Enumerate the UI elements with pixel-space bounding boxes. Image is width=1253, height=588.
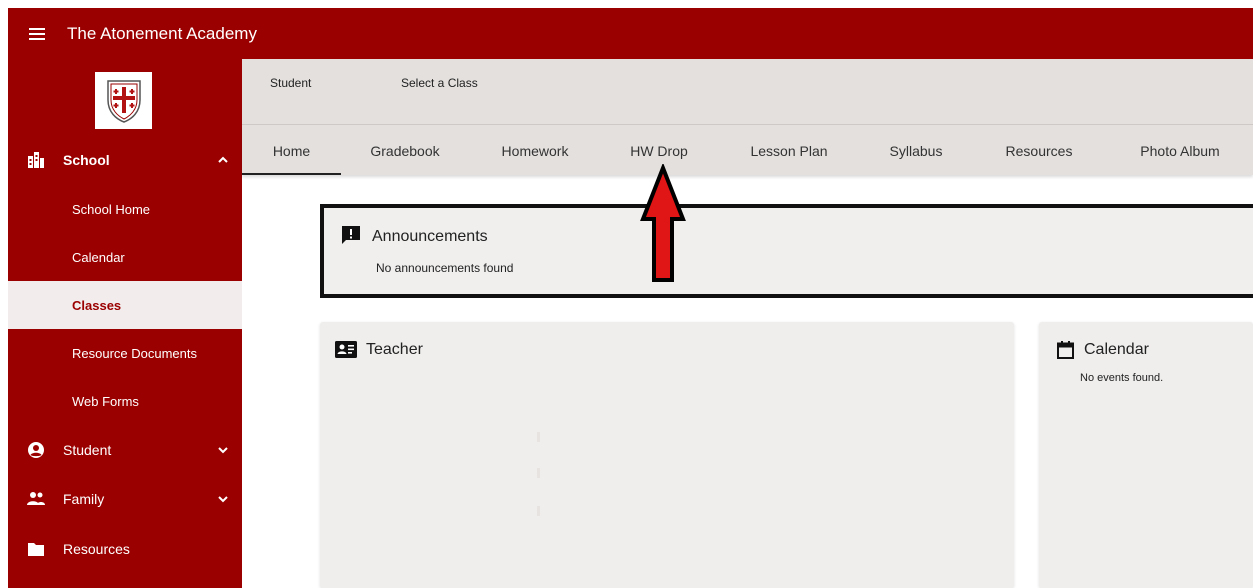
- tab-lesson-plan[interactable]: Lesson Plan: [725, 125, 853, 175]
- sidebar-item-resources[interactable]: Resources: [8, 525, 242, 573]
- student-selector[interactable]: Student: [270, 76, 311, 90]
- account-circle-icon: [26, 440, 46, 460]
- sidebar-item-label: Student: [63, 442, 112, 458]
- teacher-card: Teacher: [320, 322, 1014, 588]
- sidebar-item-classes[interactable]: Classes: [8, 281, 242, 329]
- calendar-icon: [1057, 341, 1074, 364]
- sidebar-item-student[interactable]: Student: [8, 426, 242, 474]
- placeholder-mark: [537, 432, 540, 442]
- sidebar: School School Home Calendar Classes Reso…: [8, 59, 242, 588]
- people-icon: [26, 489, 46, 509]
- building-icon: [26, 150, 46, 170]
- hamburger-icon[interactable]: [29, 27, 45, 40]
- crest-shield-icon: [106, 79, 141, 123]
- placeholder-mark: [537, 468, 540, 478]
- school-crest-logo[interactable]: [95, 72, 152, 129]
- sidebar-item-web-forms[interactable]: Web Forms: [8, 377, 242, 425]
- class-tabs: Home Gradebook Homework HW Drop Lesson P…: [242, 125, 1253, 175]
- placeholder-mark: [537, 506, 540, 516]
- sidebar-item-resource-documents[interactable]: Resource Documents: [8, 329, 242, 377]
- sidebar-item-label: Web Forms: [72, 393, 139, 409]
- calendar-empty-text: No events found.: [1080, 372, 1164, 384]
- sidebar-item-calendar[interactable]: Calendar: [8, 233, 242, 281]
- calendar-title: Calendar: [1084, 341, 1149, 358]
- announcements-card: Announcements No announcements found: [320, 204, 1253, 298]
- id-card-icon: [335, 341, 357, 363]
- sidebar-item-school[interactable]: School: [8, 136, 242, 184]
- sidebar-item-label: Classes: [72, 297, 122, 313]
- announcements-empty-text: No announcements found: [376, 261, 514, 275]
- sidebar-item-label: Calendar: [72, 249, 125, 265]
- sidebar-item-family[interactable]: Family: [8, 475, 242, 523]
- calendar-card: Calendar No events found.: [1039, 322, 1253, 588]
- tab-resources[interactable]: Resources: [978, 125, 1100, 175]
- chevron-down-icon[interactable]: [216, 492, 230, 506]
- app-header: The Atonement Academy: [8, 8, 1253, 59]
- class-selector-bar: Student Select a Class: [242, 59, 1253, 125]
- tab-photo-album[interactable]: Photo Album: [1118, 125, 1242, 175]
- alert-message-icon: [341, 225, 361, 250]
- folder-icon: [26, 539, 46, 559]
- sidebar-item-label: School Home: [72, 201, 151, 217]
- tab-syllabus[interactable]: Syllabus: [857, 125, 975, 175]
- arrow-up-icon: [640, 164, 686, 282]
- app-title: The Atonement Academy: [67, 23, 257, 43]
- sidebar-item-label: Resource Documents: [72, 345, 197, 361]
- tab-home[interactable]: Home: [242, 125, 341, 175]
- tab-gradebook[interactable]: Gradebook: [348, 125, 462, 175]
- chevron-up-icon[interactable]: [216, 153, 230, 167]
- sidebar-item-label: School: [63, 152, 110, 168]
- teacher-title: Teacher: [366, 341, 423, 358]
- tab-homework[interactable]: Homework: [478, 125, 592, 175]
- class-selector[interactable]: Select a Class: [401, 76, 478, 90]
- sidebar-item-school-home[interactable]: School Home: [8, 185, 242, 233]
- chevron-down-icon[interactable]: [216, 443, 230, 457]
- announcements-title: Announcements: [372, 228, 488, 245]
- sidebar-item-label: Family: [63, 491, 105, 507]
- sidebar-item-label: Resources: [63, 541, 130, 557]
